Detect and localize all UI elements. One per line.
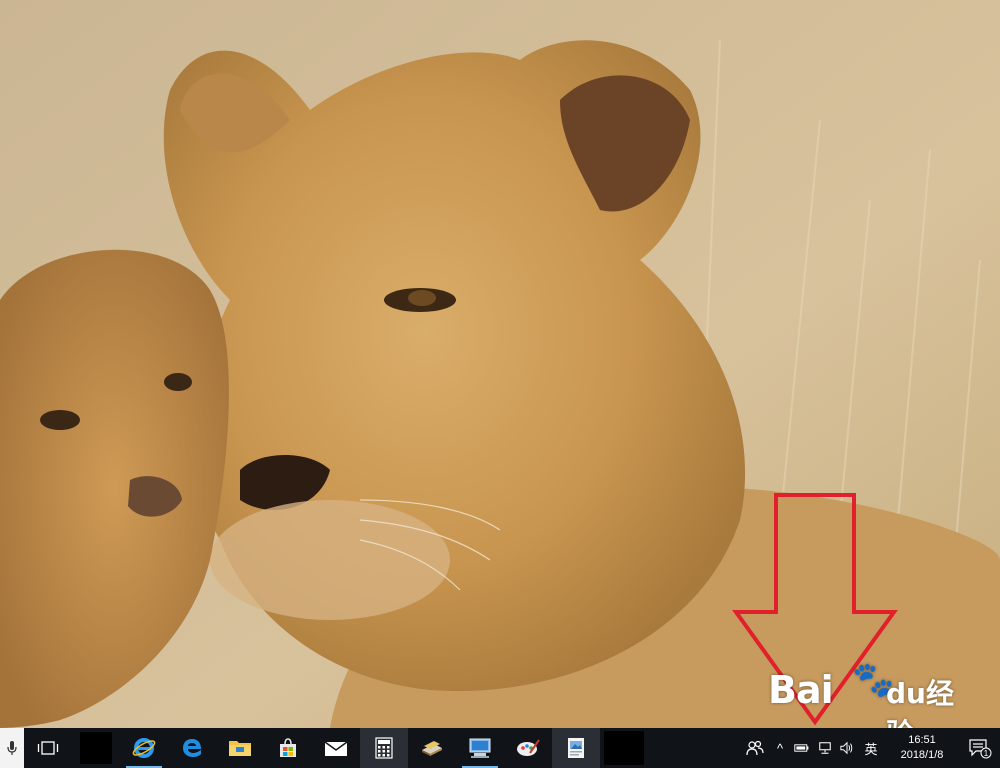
taskbar-app-books[interactable] bbox=[408, 728, 456, 768]
paint-icon bbox=[517, 739, 540, 756]
battery-button[interactable] bbox=[790, 728, 814, 768]
chevron-up-icon: ^ bbox=[776, 740, 784, 756]
clock-date: 2018/1/8 bbox=[900, 749, 944, 761]
microphone-icon bbox=[7, 741, 17, 755]
taskbar-app-black-2[interactable] bbox=[600, 728, 648, 768]
cortana-mic-button[interactable] bbox=[0, 728, 24, 768]
action-center-button[interactable]: 1 bbox=[960, 728, 1000, 768]
ie-icon bbox=[132, 738, 156, 758]
watermark-brand: Bai bbox=[768, 668, 834, 712]
document-icon bbox=[568, 738, 584, 758]
input-method-button[interactable]: 英 bbox=[858, 728, 884, 768]
taskbar-app-edge[interactable] bbox=[168, 728, 216, 768]
taskbar-app-document[interactable] bbox=[552, 728, 600, 768]
notification-count: 1 bbox=[984, 749, 989, 758]
baidu-watermark: Bai 🐾 du经验 bbox=[768, 660, 958, 750]
people-icon bbox=[746, 740, 764, 756]
system-tray: ^ 英 16:51 2018/1/8 1 bbox=[740, 728, 1000, 768]
clock-time: 16:51 bbox=[908, 734, 936, 746]
taskbar-app-file-explorer[interactable] bbox=[216, 728, 264, 768]
computer-icon bbox=[469, 738, 491, 758]
calculator-icon bbox=[375, 737, 393, 759]
taskbar: ^ 英 16:51 2018/1/8 1 bbox=[0, 728, 1000, 768]
taskbar-app-computer[interactable] bbox=[456, 728, 504, 768]
folder-icon bbox=[229, 741, 251, 756]
task-view-icon bbox=[37, 741, 59, 755]
taskbar-app-calculator[interactable] bbox=[360, 728, 408, 768]
network-button[interactable] bbox=[814, 728, 836, 768]
taskbar-app-store[interactable] bbox=[264, 728, 312, 768]
input-method-label: 英 bbox=[864, 741, 878, 757]
task-view-button[interactable] bbox=[24, 728, 72, 768]
network-icon bbox=[819, 742, 831, 754]
taskbar-app-black-1[interactable] bbox=[72, 728, 120, 768]
clock[interactable]: 16:51 2018/1/8 bbox=[884, 728, 960, 768]
taskbar-app-paint[interactable] bbox=[504, 728, 552, 768]
volume-button[interactable] bbox=[836, 728, 858, 768]
mail-icon bbox=[324, 741, 348, 756]
battery-icon bbox=[794, 744, 809, 752]
books-icon bbox=[422, 741, 442, 756]
black-square-icon bbox=[604, 731, 644, 765]
edge-icon bbox=[183, 739, 201, 757]
black-square-icon bbox=[80, 732, 112, 764]
taskbar-app-mail[interactable] bbox=[312, 728, 360, 768]
show-hidden-icons-button[interactable]: ^ bbox=[770, 728, 790, 768]
action-center-icon: 1 bbox=[969, 739, 992, 759]
store-icon bbox=[280, 738, 296, 757]
people-button[interactable] bbox=[740, 728, 770, 768]
volume-icon bbox=[840, 741, 853, 755]
taskbar-app-internet-explorer[interactable] bbox=[120, 728, 168, 768]
